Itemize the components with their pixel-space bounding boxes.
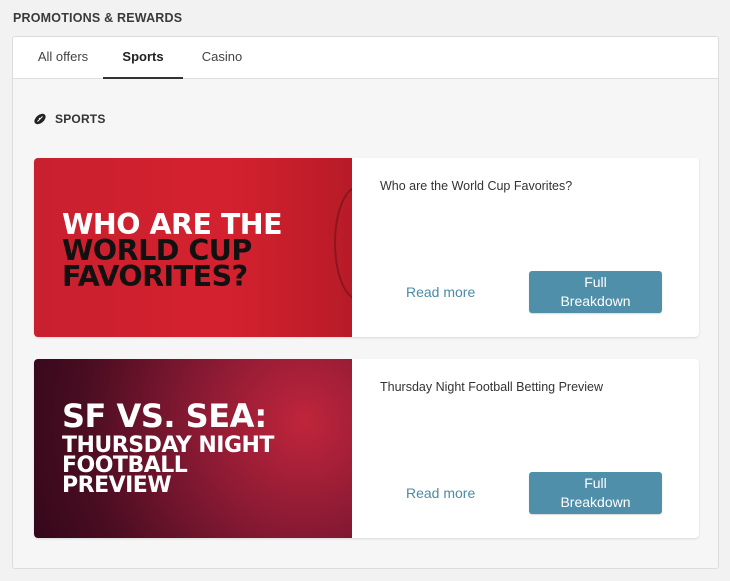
promo-image[interactable]: WHO ARE THE WORLD CUP FAVORITES? — [34, 158, 352, 337]
tab-casino[interactable]: Casino — [185, 37, 259, 79]
promo-image-subheadline: THURSDAY NIGHT FOOTBALL PREVIEW — [62, 433, 274, 499]
tab-all-offers[interactable]: All offers — [23, 37, 103, 79]
full-breakdown-label: Full Breakdown — [560, 475, 631, 510]
read-more-link[interactable]: Read more — [406, 485, 475, 501]
soccer-ball-graphic — [334, 186, 352, 300]
promo-title: Thursday Night Football Betting Preview — [380, 380, 604, 394]
read-more-link[interactable]: Read more — [406, 284, 475, 300]
promo-card: WHO ARE THE WORLD CUP FAVORITES? Who are… — [34, 158, 699, 337]
promo-image-subheadline: WORLD CUP FAVORITES? — [62, 234, 252, 294]
promotions-panel: All offers Sports Casino SPORTS WHO ARE … — [12, 36, 719, 569]
tab-sports[interactable]: Sports — [103, 37, 183, 79]
promo-image-headline: SF VS. SEA: — [62, 397, 267, 435]
football-icon — [33, 112, 47, 126]
promo-card-body: Who are the World Cup Favorites? Read mo… — [352, 158, 699, 337]
sports-heading-label: SPORTS — [55, 112, 106, 126]
section-title: PROMOTIONS & REWARDS — [13, 11, 183, 25]
promo-title: Who are the World Cup Favorites? — [380, 179, 573, 193]
promo-card-body: Thursday Night Football Betting Preview … — [352, 359, 699, 538]
sports-heading: SPORTS — [33, 111, 106, 127]
promo-card: SF VS. SEA: THURSDAY NIGHT FOOTBALL PREV… — [34, 359, 699, 538]
full-breakdown-button[interactable]: Full Breakdown — [529, 472, 662, 514]
tab-bar: All offers Sports Casino — [13, 37, 718, 79]
full-breakdown-label: Full Breakdown — [560, 274, 631, 309]
full-breakdown-button[interactable]: Full Breakdown — [529, 271, 662, 313]
promo-image[interactable]: SF VS. SEA: THURSDAY NIGHT FOOTBALL PREV… — [34, 359, 352, 538]
